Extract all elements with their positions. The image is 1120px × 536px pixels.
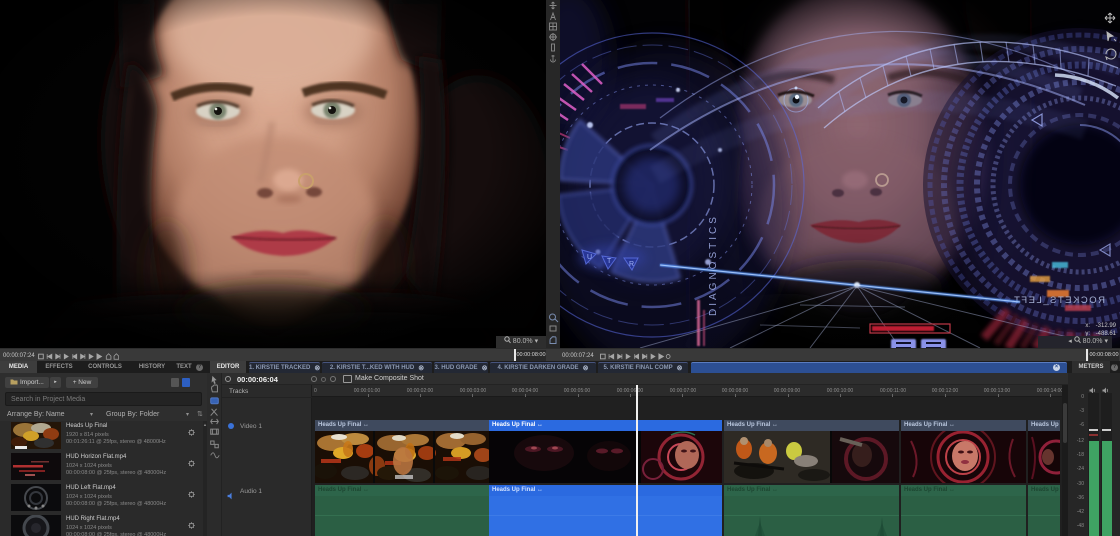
svg-text:DIAGNOSTICS: DIAGNOSTICS xyxy=(708,214,719,316)
svg-text:ROCKETS_LEFT: ROCKETS_LEFT xyxy=(1013,295,1105,306)
svg-text:-312.99: -312.99 xyxy=(1096,323,1117,329)
svg-text:R: R xyxy=(629,261,634,268)
svg-text:x:: x: xyxy=(1085,323,1090,329)
svg-text:U: U xyxy=(587,254,592,261)
svg-text:T: T xyxy=(607,258,612,265)
